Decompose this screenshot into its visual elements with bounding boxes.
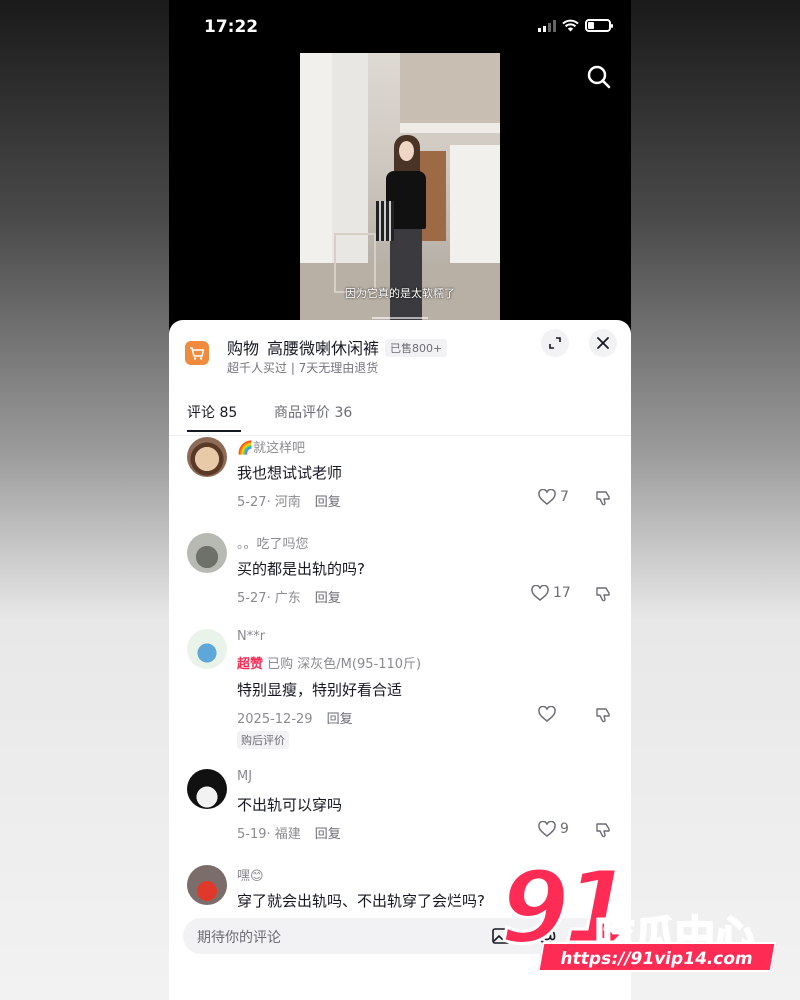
dislike-button[interactable] <box>595 707 611 727</box>
close-icon <box>597 337 609 349</box>
avatar[interactable] <box>187 437 227 477</box>
watermark-url: https://91vip14.com <box>537 942 777 972</box>
product-tag: 购物 <box>227 339 260 358</box>
comment-input-placeholder: 期待你的评论 <box>197 930 281 946</box>
product-name: 高腰微喇休闲裤 <box>267 339 380 358</box>
comment-text: 穿了就会出轨吗、不出轨穿了会烂吗? <box>237 892 485 910</box>
close-button[interactable] <box>589 329 617 357</box>
avatar[interactable] <box>187 533 227 573</box>
like-button[interactable]: 7 <box>538 489 569 505</box>
heart-icon <box>531 585 549 601</box>
wifi-icon <box>562 19 579 32</box>
watermark-logo: 91 吃瓜中心 https://91vip14.com <box>498 856 800 1000</box>
battery-icon <box>585 19 613 32</box>
heart-icon <box>538 706 556 722</box>
expand-button[interactable] <box>541 329 569 357</box>
tab-comments[interactable]: 评论 85 <box>187 402 237 422</box>
heart-icon <box>538 489 556 505</box>
comment-text: 买的都是出轨的吗? <box>237 560 365 578</box>
purchase-info: 超赞 已购 深灰色/M(95-110斤) <box>237 653 421 672</box>
comment-text: 不出轨可以穿吗 <box>237 796 343 814</box>
expand-icon <box>549 337 561 349</box>
shopping-cart-icon <box>185 341 209 365</box>
dislike-button[interactable] <box>595 586 611 606</box>
active-tab-indicator <box>187 430 241 432</box>
search-button[interactable] <box>585 63 613 91</box>
dislike-button[interactable] <box>595 490 611 510</box>
reply-button[interactable]: 回复 <box>315 495 341 510</box>
avatar[interactable] <box>187 865 227 905</box>
comment-meta: 2025-12-29 回复 <box>237 708 353 727</box>
like-count: 17 <box>553 585 571 601</box>
signal-icon <box>538 19 556 32</box>
search-icon <box>587 65 611 89</box>
comment-text: 我也想试试老师 <box>237 464 343 482</box>
dislike-button[interactable] <box>595 822 611 842</box>
comment-date: 2025-12-29 <box>237 712 313 727</box>
like-count: 7 <box>560 489 569 505</box>
like-button[interactable] <box>538 706 560 722</box>
like-count: 9 <box>560 821 569 837</box>
comment-date-location: 5-27· 河南 <box>237 495 301 510</box>
comment-username[interactable]: 。。吃了吗您 <box>237 533 309 552</box>
sold-badge: 已售800+ <box>385 339 448 357</box>
like-button[interactable]: 9 <box>538 821 569 837</box>
comment-tabs: 评论 85 商品评价 36 <box>169 402 631 436</box>
comment-username[interactable]: 嘿😊 <box>237 865 264 884</box>
comment-username[interactable]: 🌈就这样吧 <box>237 437 305 456</box>
like-button[interactable]: 17 <box>531 585 571 601</box>
comment-meta: 5-19· 福建 回复 <box>237 823 341 842</box>
avatar[interactable] <box>187 769 227 809</box>
video-progress[interactable] <box>372 317 428 319</box>
comment-date-location: 5-27· 广东 <box>237 591 301 606</box>
reply-button[interactable]: 回复 <box>315 591 341 606</box>
comment-meta: 5-27· 广东 回复 <box>237 587 341 606</box>
avatar[interactable] <box>187 629 227 669</box>
status-icons <box>538 19 613 32</box>
status-bar: 17:22 <box>169 0 631 52</box>
thumbs-down-icon <box>596 708 610 723</box>
comment-date-location: 5-19· 福建 <box>237 827 301 842</box>
tab-product-reviews[interactable]: 商品评价 36 <box>274 402 352 422</box>
thumbs-down-icon <box>596 587 610 602</box>
product-title[interactable]: 购物 高腰微喇休闲裤 已售800+ <box>227 335 448 359</box>
comment-username[interactable]: MJ <box>237 769 252 784</box>
comment-meta: 5-27· 河南 回复 <box>237 491 341 510</box>
purchase-detail: 已购 深灰色/M(95-110斤) <box>267 657 422 672</box>
super-praise-badge: 超赞 <box>237 657 264 672</box>
status-time: 17:22 <box>204 17 259 37</box>
video-caption: 因为它真的是太软糯了 <box>345 287 455 300</box>
comment-username[interactable]: N**r <box>237 629 265 644</box>
video-player[interactable]: 因为它真的是太软糯了 <box>300 53 500 321</box>
thumbs-down-icon <box>596 823 610 838</box>
post-purchase-tag: 购后评价 <box>237 731 289 749</box>
reply-button[interactable]: 回复 <box>315 827 341 842</box>
comment-text: 特别显瘦，特别好看合适 <box>237 681 403 699</box>
thumbs-down-icon <box>596 491 610 506</box>
reply-button[interactable]: 回复 <box>327 712 353 727</box>
product-subtitle: 超千人买过 | 7天无理由退货 <box>227 361 379 375</box>
heart-icon <box>538 821 556 837</box>
